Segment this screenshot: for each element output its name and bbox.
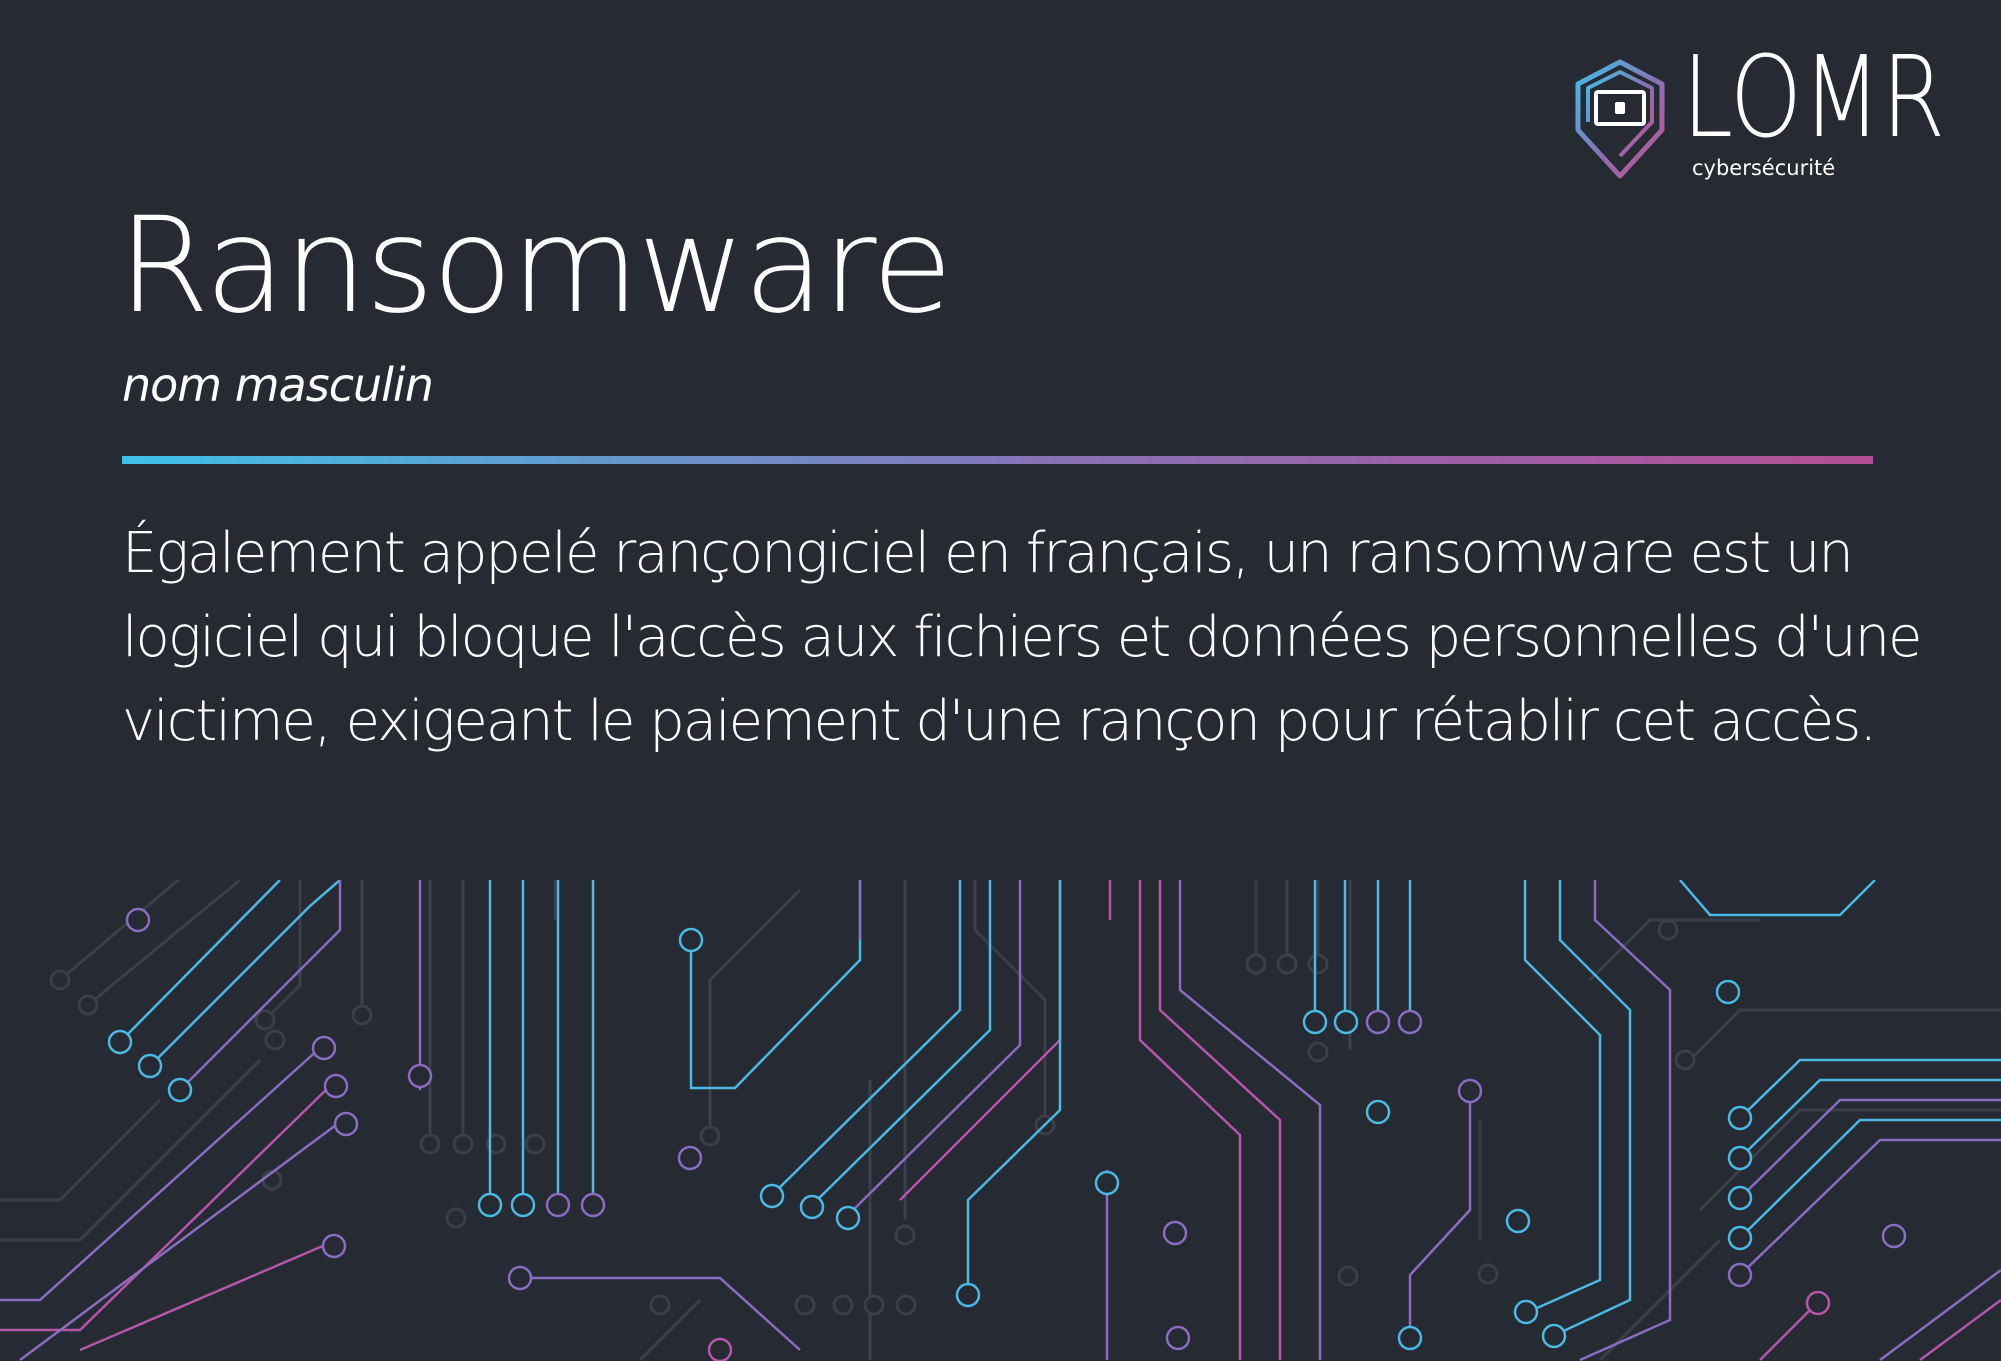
definition-line: victime, exigeant le paiement d'une ranç… bbox=[122, 689, 1877, 754]
brand-name: LOMR bbox=[1682, 33, 1946, 163]
brand-tagline: cybersécurité bbox=[1692, 156, 1836, 180]
term-title: Ransomware bbox=[118, 189, 953, 343]
definition-text: Également appelé rançongiciel en françai… bbox=[122, 512, 1923, 764]
definition-line: logiciel qui bloque l'accès aux fichiers… bbox=[122, 605, 1923, 670]
circuit-board-pattern bbox=[0, 880, 2001, 1361]
definition-line: Également appelé rançongiciel en françai… bbox=[122, 521, 1854, 586]
definition-card: LOMR cybersécurité Ransomware nom mascul… bbox=[0, 0, 2001, 1361]
circuit-background-traces bbox=[0, 880, 2001, 1361]
lomr-logo: LOMR cybersécurité bbox=[1570, 42, 1970, 185]
gradient-divider bbox=[122, 456, 1873, 464]
circuit-traces-middle bbox=[771, 880, 1472, 1360]
circuit-traces-right bbox=[1523, 880, 2001, 1361]
shield-lock-icon bbox=[1575, 59, 1665, 179]
term-grammar: nom masculin bbox=[122, 358, 434, 412]
